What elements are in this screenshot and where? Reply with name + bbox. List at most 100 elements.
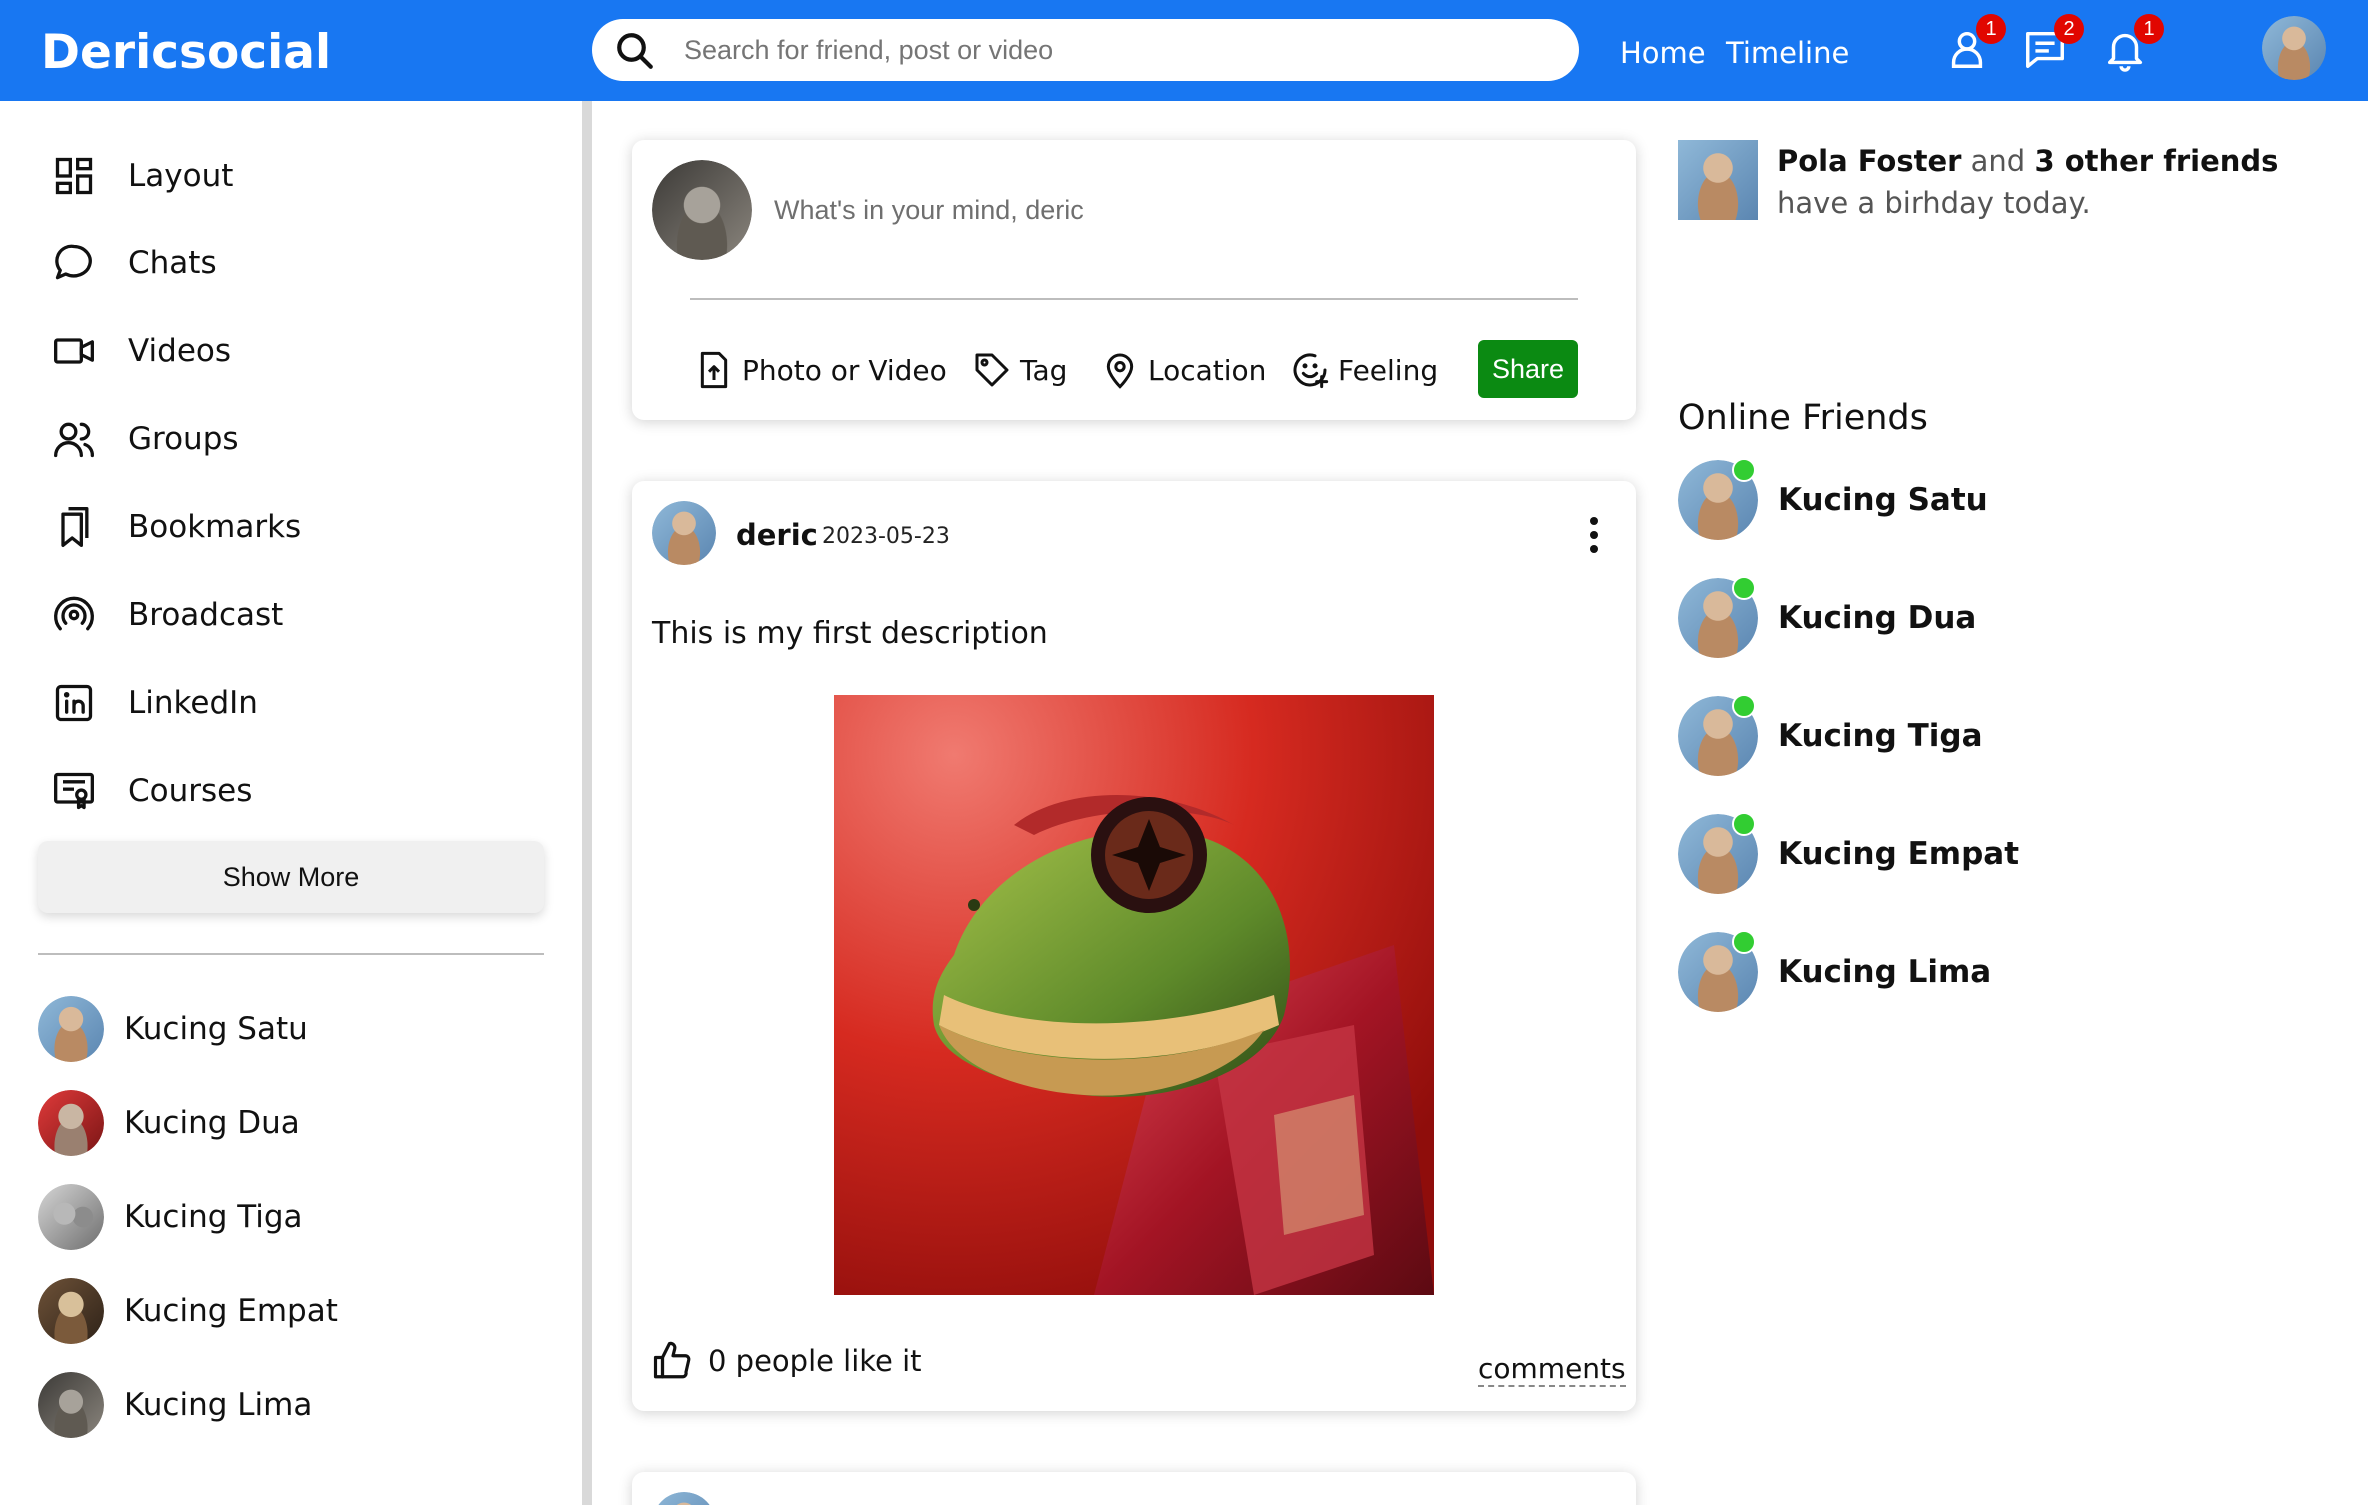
- share-option-location[interactable]: Location: [1100, 348, 1266, 392]
- friend-list-item[interactable]: Kucing Satu: [38, 996, 538, 1062]
- share-option-label: Location: [1148, 353, 1267, 387]
- online-friend-item[interactable]: Kucing Dua: [1678, 576, 2238, 658]
- avatar: [652, 160, 752, 260]
- avatar: [38, 996, 104, 1062]
- notifications-badge: 1: [2134, 14, 2164, 44]
- sidebar-item-layout[interactable]: Layout: [52, 148, 532, 204]
- online-indicator: [1732, 694, 1756, 718]
- friend-requests-button[interactable]: 1: [1944, 14, 2006, 72]
- post-description: This is my first description: [652, 616, 1048, 651]
- online-friend-name: Kucing Empat: [1778, 836, 2020, 872]
- messages-badge: 2: [2054, 14, 2084, 44]
- post-date: 2023-05-23: [822, 524, 950, 549]
- sidebar-item-label: Bookmarks: [128, 509, 302, 545]
- search-input[interactable]: [684, 29, 1544, 71]
- video-icon: [52, 329, 96, 373]
- friend-list-item[interactable]: Kucing Lima: [38, 1372, 538, 1438]
- sidebar-item-label: Groups: [128, 421, 239, 457]
- sidebar-item-linkedin[interactable]: LinkedIn: [52, 675, 532, 731]
- sidebar-item-bookmarks[interactable]: Bookmarks: [52, 499, 532, 555]
- avatar: [38, 1278, 104, 1344]
- next-post-card: [632, 1472, 1636, 1505]
- online-friend-item[interactable]: Kucing Lima: [1678, 930, 2238, 1012]
- sidebar-item-chats[interactable]: Chats: [52, 235, 532, 291]
- thumbs-up-icon[interactable]: [652, 1340, 694, 1382]
- avatar: [38, 1372, 104, 1438]
- sidebar-item-label: Chats: [128, 245, 217, 281]
- share-option-label: Tag: [1020, 353, 1068, 387]
- messages-button[interactable]: 2: [2022, 14, 2084, 72]
- groups-icon: [52, 417, 96, 461]
- avatar: [38, 1090, 104, 1156]
- search-bar[interactable]: [592, 19, 1579, 81]
- sidebar-item-label: Broadcast: [128, 597, 284, 633]
- online-friend-name: Kucing Lima: [1778, 954, 1992, 990]
- friend-name: Kucing Tiga: [124, 1199, 303, 1235]
- smiley-icon: [1293, 353, 1329, 389]
- friend-name: Kucing Empat: [124, 1293, 338, 1329]
- sidebar-scroll-border: [582, 101, 592, 1505]
- post-username[interactable]: deric: [736, 518, 818, 552]
- post-card: deric 2023-05-23 This is my first descri…: [632, 481, 1636, 1411]
- profile-avatar[interactable]: [2262, 16, 2326, 80]
- share-box: Photo or Video Tag Location Feeling Shar…: [632, 140, 1636, 420]
- nav-home-link[interactable]: Home: [1620, 36, 1706, 70]
- share-option-label: Photo or Video: [742, 353, 947, 387]
- online-friend-name: Kucing Tiga: [1778, 718, 1983, 754]
- sidebar-item-courses[interactable]: Courses: [52, 763, 532, 819]
- like-count: 0 people like it: [708, 1344, 922, 1378]
- nav-timeline-link[interactable]: Timeline: [1726, 36, 1849, 70]
- share-button[interactable]: Share: [1478, 340, 1578, 398]
- friend-name: Kucing Dua: [124, 1105, 300, 1141]
- avatar[interactable]: [652, 501, 716, 565]
- show-more-button[interactable]: Show More: [38, 841, 544, 913]
- share-option-feeling[interactable]: Feeling: [1290, 348, 1438, 392]
- online-friend-name: Kucing Satu: [1778, 482, 1988, 518]
- linkedin-icon: [52, 681, 96, 725]
- layout-icon: [52, 154, 96, 198]
- online-friend-item[interactable]: Kucing Empat: [1678, 812, 2238, 894]
- friend-list-item[interactable]: Kucing Dua: [38, 1090, 538, 1156]
- online-friend-item[interactable]: Kucing Satu: [1678, 458, 2238, 540]
- like-row: 0 people like it: [652, 1339, 922, 1383]
- online-indicator: [1732, 930, 1756, 954]
- post-image: [834, 695, 1434, 1295]
- share-option-label: Feeling: [1338, 353, 1439, 387]
- sidebar-item-label: Videos: [128, 333, 232, 369]
- notifications-button[interactable]: 1: [2102, 14, 2164, 72]
- tag-icon: [975, 353, 1009, 387]
- online-friend-item[interactable]: Kucing Tiga: [1678, 694, 2238, 776]
- friend-list-item[interactable]: Kucing Tiga: [38, 1184, 538, 1250]
- share-input[interactable]: [774, 188, 1574, 232]
- friend-name: Kucing Satu: [124, 1011, 308, 1047]
- post-options-button[interactable]: [1578, 511, 1610, 559]
- sidebar-divider: [38, 953, 544, 955]
- sidebar-item-broadcast[interactable]: Broadcast: [52, 587, 532, 643]
- brand-logo[interactable]: Dericsocial: [41, 25, 331, 80]
- broadcast-icon: [52, 593, 96, 637]
- online-indicator: [1732, 576, 1756, 600]
- chat-icon: [52, 241, 96, 285]
- bookmark-icon: [52, 505, 96, 549]
- birthday-name: Pola Foster: [1777, 144, 1962, 178]
- online-indicator: [1732, 458, 1756, 482]
- file-upload-icon: [700, 351, 728, 389]
- avatar: [652, 1492, 716, 1505]
- share-divider: [690, 298, 1578, 300]
- share-option-tag[interactable]: Tag: [972, 348, 1067, 392]
- more-vertical-icon: [1590, 517, 1598, 553]
- birthday-others: 3 other friends: [2034, 144, 2279, 178]
- birthday-and: and: [1970, 144, 2026, 178]
- friend-name: Kucing Lima: [124, 1387, 313, 1423]
- sidebar-item-label: Layout: [128, 158, 234, 194]
- sidebar-item-videos[interactable]: Videos: [52, 323, 532, 379]
- friend-list-item[interactable]: Kucing Empat: [38, 1278, 538, 1344]
- birthday-image: [1678, 140, 1758, 220]
- comments-link[interactable]: comments: [1478, 1353, 1626, 1387]
- share-option-photo[interactable]: Photo or Video: [694, 348, 947, 392]
- sidebar-item-groups[interactable]: Groups: [52, 411, 532, 467]
- sidebar-item-label: Courses: [128, 773, 253, 809]
- location-pin-icon: [1106, 353, 1134, 389]
- birthday-rest: have a birhday today.: [1777, 186, 2091, 220]
- top-bar: Dericsocial Home Timeline 1 2 1: [0, 0, 2368, 101]
